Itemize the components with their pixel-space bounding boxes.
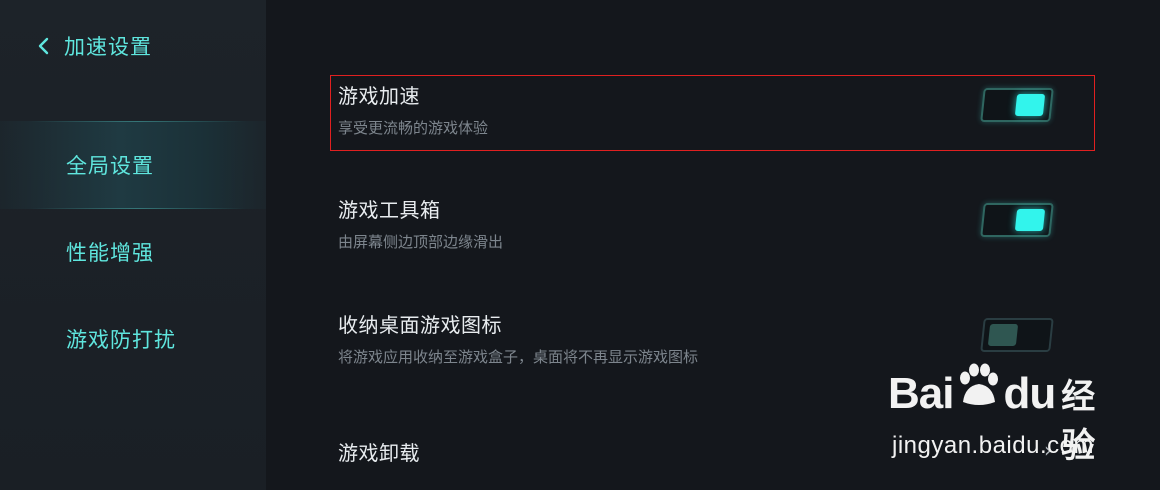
sidebar: 加速设置 全局设置 性能增强 游戏防打扰 xyxy=(0,0,266,490)
sidebar-item-no-disturb[interactable]: 游戏防打扰 xyxy=(0,295,266,383)
back-button[interactable]: 加速设置 xyxy=(36,31,152,61)
paw-icon xyxy=(955,362,1001,408)
setting-row-game-toolbox: 游戏工具箱 由屏幕侧边顶部边缘滑出 xyxy=(338,194,1058,252)
setting-row-hide-desktop-icons: 收纳桌面游戏图标 将游戏应用收纳至游戏盒子，桌面将不再显示游戏图标 xyxy=(338,309,1058,367)
watermark-logo-text: Bai xyxy=(888,369,954,418)
sidebar-item-performance[interactable]: 性能增强 xyxy=(0,208,266,296)
toggle-knob xyxy=(1014,209,1046,231)
toggle-knob xyxy=(987,324,1019,346)
highlight-box xyxy=(330,75,1095,151)
setting-title: 游戏工具箱 xyxy=(338,198,441,222)
setting-subtitle: 由屏幕侧边顶部边缘滑出 xyxy=(338,233,504,251)
sidebar-item-label: 全局设置 xyxy=(66,154,154,178)
sidebar-item-label: 游戏防打扰 xyxy=(66,328,176,352)
sidebar-item-label: 性能增强 xyxy=(66,241,154,265)
sidebar-item-global-settings[interactable]: 全局设置 xyxy=(0,121,266,209)
page-title: 加速设置 xyxy=(64,35,152,59)
hide-desktop-icons-toggle[interactable] xyxy=(980,318,1054,352)
watermark-logo-text: du xyxy=(1003,369,1056,418)
baidu-jingyan-watermark: Bai du 经验 jingyan.baidu.com xyxy=(888,362,1098,472)
chevron-left-icon xyxy=(38,37,49,55)
watermark-url: jingyan.baidu.com xyxy=(892,432,1094,459)
game-toolbox-toggle[interactable] xyxy=(980,203,1054,237)
setting-title: 收纳桌面游戏图标 xyxy=(338,313,502,337)
